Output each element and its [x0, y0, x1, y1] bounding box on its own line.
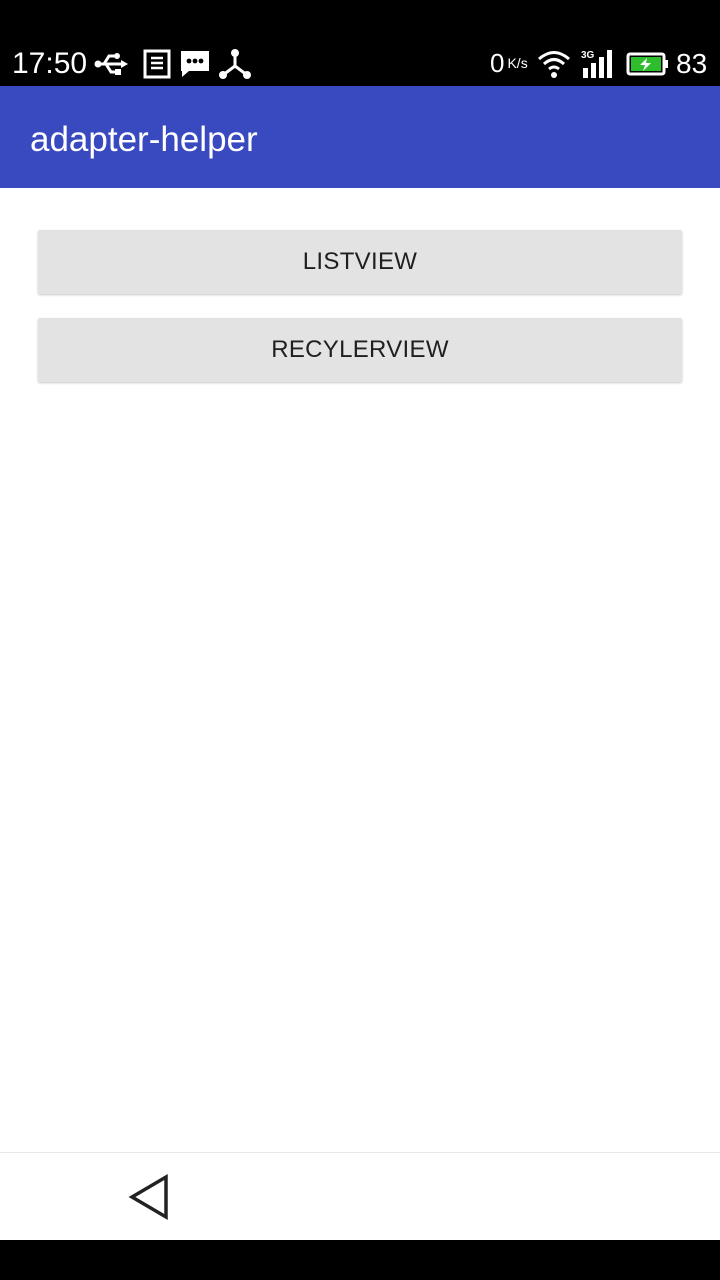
- signal-3g-icon: 3G: [580, 48, 616, 80]
- wifi-icon: [537, 48, 571, 80]
- share-icon: [218, 48, 252, 80]
- battery-level: 83: [676, 48, 708, 79]
- notification-app-icon: [141, 48, 175, 80]
- recyclerview-button-label: RECYLERVIEW: [271, 336, 449, 363]
- listview-button-label: LISTVIEW: [302, 248, 418, 275]
- status-time: 17:50: [12, 47, 88, 80]
- app-bar: adapter-helper: [0, 86, 720, 188]
- back-triangle-icon[interactable]: [126, 1173, 172, 1221]
- app-screen: 17:50 0 K/s 3G 83 adapter-helper LISTVIE…: [0, 0, 720, 1280]
- recyclerview-button[interactable]: RECYLERVIEW: [38, 318, 682, 382]
- main-content: LISTVIEW RECYLERVIEW: [0, 188, 720, 1152]
- usb-icon: [94, 48, 128, 80]
- app-title: adapter-helper: [30, 120, 258, 159]
- navigation-bar: [0, 1152, 720, 1240]
- status-bar: 17:50 0 K/s 3G 83: [0, 0, 720, 86]
- battery-icon: [625, 48, 669, 80]
- message-icon: [178, 48, 212, 80]
- listview-button[interactable]: LISTVIEW: [38, 230, 682, 294]
- network-speed-value: 0: [490, 48, 505, 78]
- bottom-black-strip: [0, 1240, 720, 1280]
- svg-text:3G: 3G: [581, 50, 595, 61]
- network-speed: 0 K/s: [490, 47, 528, 79]
- network-speed-unit: K/s: [507, 55, 528, 71]
